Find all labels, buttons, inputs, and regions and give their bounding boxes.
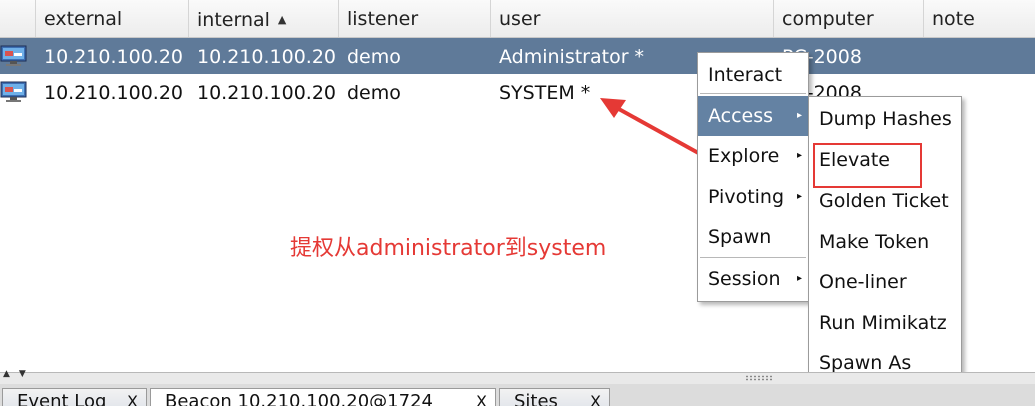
tab-beacon[interactable]: Beacon 10.210.100.20@1724 X [150, 388, 496, 406]
column-header-icon[interactable] [0, 0, 36, 37]
tab-event-log[interactable]: Event Log X [2, 388, 147, 406]
column-header-label: user [499, 8, 541, 30]
menu-item-session[interactable]: Session ▸ [698, 259, 808, 299]
cell-note [924, 38, 932, 74]
tab-sites[interactable]: Sites X [499, 388, 610, 406]
annotation-highlight-box [813, 143, 922, 188]
menu-item-make-token[interactable]: Make Token [809, 222, 961, 262]
cobaltstrike-window: external internal ▲ listener user compute… [0, 0, 1035, 406]
column-header-internal[interactable]: internal ▲ [189, 0, 339, 37]
menu-item-label: Run Mimikatz [819, 312, 947, 334]
splitter-grip-icon[interactable] [745, 375, 773, 381]
column-header-label: external [44, 8, 123, 30]
splitter-collapse-arrows-icon[interactable]: ▲▼ [3, 369, 35, 379]
menu-item-label: Session [708, 268, 781, 290]
sort-ascending-icon: ▲ [277, 13, 287, 26]
annotation-text: 提权从administrator到system [290, 236, 607, 261]
column-header-label: internal [197, 9, 270, 31]
cell-external: 10.210.100.20 [44, 46, 184, 68]
cell-user: SYSTEM * [499, 82, 591, 104]
annotation-arrow-shaft [616, 106, 703, 157]
column-header-user[interactable]: user [491, 0, 774, 37]
menu-item-label: Spawn [708, 226, 772, 248]
submenu-arrow-icon: ▸ [796, 191, 802, 202]
menu-item-label: One-liner [819, 271, 907, 293]
menu-item-label: Spawn As [819, 352, 912, 374]
menu-item-dump-hashes[interactable]: Dump Hashes [809, 99, 961, 139]
bottom-tab-bar: Event Log X Beacon 10.210.100.20@1724 X Si… [0, 384, 1035, 406]
table-header: external internal ▲ listener user compute… [0, 0, 1035, 38]
close-icon[interactable]: X [476, 389, 487, 406]
computer-monitor-icon [0, 81, 27, 102]
close-icon[interactable]: X [590, 389, 601, 406]
submenu-arrow-icon: ▸ [796, 150, 802, 161]
menu-item-label: Explore [708, 145, 780, 167]
column-header-external[interactable]: external [36, 0, 189, 37]
column-header-note[interactable]: note [924, 0, 1035, 37]
menu-item-explore[interactable]: Explore ▸ [698, 136, 808, 176]
tab-label: Beacon 10.210.100.20@1724 [165, 391, 433, 406]
menu-item-label: Access [708, 105, 774, 127]
context-menu: Interact Access ▸ Explore ▸ Pivoting ▸ Spaw… [697, 52, 809, 302]
menu-item-label: Interact [708, 64, 783, 86]
table-row[interactable]: 10.210.100.20 10.210.100.20 demo Adminis… [0, 38, 1035, 74]
submenu-arrow-icon: ▸ [796, 110, 802, 121]
cell-internal: 10.210.100.20 [197, 46, 337, 68]
submenu-arrow-icon: ▸ [796, 273, 802, 284]
column-header-label: listener [347, 8, 419, 30]
cell-listener: demo [347, 46, 401, 68]
access-submenu: Dump Hashes Elevate Golden Ticket Make T… [808, 96, 962, 388]
tab-label: Sites [514, 391, 558, 406]
menu-item-label: Dump Hashes [819, 108, 952, 130]
cell-internal: 10.210.100.20 [197, 82, 337, 104]
menu-item-label: Make Token [819, 231, 930, 253]
tab-label: Event Log [17, 391, 107, 406]
column-header-label: computer [782, 8, 874, 30]
cell-external: 10.210.100.20 [44, 82, 184, 104]
menu-item-pivoting[interactable]: Pivoting ▸ [698, 177, 808, 217]
menu-item-label: Pivoting [708, 186, 785, 208]
menu-item-one-liner[interactable]: One-liner [809, 262, 961, 302]
menu-item-run-mimikatz[interactable]: Run Mimikatz [809, 303, 961, 343]
menu-item-access[interactable]: Access ▸ [698, 96, 808, 136]
menu-item-label: Golden Ticket [819, 190, 949, 212]
computer-monitor-icon [0, 45, 27, 66]
menu-item-spawn[interactable]: Spawn [698, 217, 808, 257]
menu-separator [700, 93, 806, 94]
column-header-label: note [932, 8, 975, 30]
column-header-computer[interactable]: computer [774, 0, 924, 37]
cell-listener: demo [347, 82, 401, 104]
column-header-listener[interactable]: listener [339, 0, 491, 37]
cell-user: Administrator * [499, 46, 645, 68]
menu-item-interact[interactable]: Interact [698, 55, 808, 95]
close-icon[interactable]: X [127, 389, 138, 406]
menu-separator [700, 257, 806, 258]
